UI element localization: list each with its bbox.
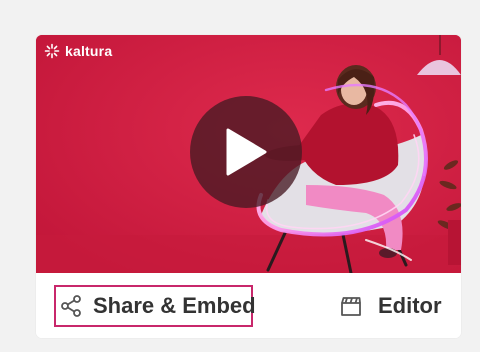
brand-name: kaltura [65, 43, 113, 59]
kaltura-logo-icon [44, 43, 60, 59]
share-icon [59, 293, 83, 319]
play-icon [226, 128, 267, 176]
editor-label: Editor [378, 293, 442, 318]
share-embed-label: Share & Embed [93, 293, 256, 318]
video-player[interactable]: kaltura [36, 35, 461, 273]
editor-button[interactable]: Editor [338, 285, 442, 327]
clapperboard-icon [338, 293, 364, 319]
brand-logo: kaltura [44, 43, 112, 59]
play-button[interactable] [190, 96, 302, 208]
action-bar: Share & Embed Editor [36, 273, 461, 338]
share-embed-button[interactable]: Share & Embed [54, 285, 256, 327]
video-card: kaltura Share & Embed Editor [36, 35, 461, 338]
